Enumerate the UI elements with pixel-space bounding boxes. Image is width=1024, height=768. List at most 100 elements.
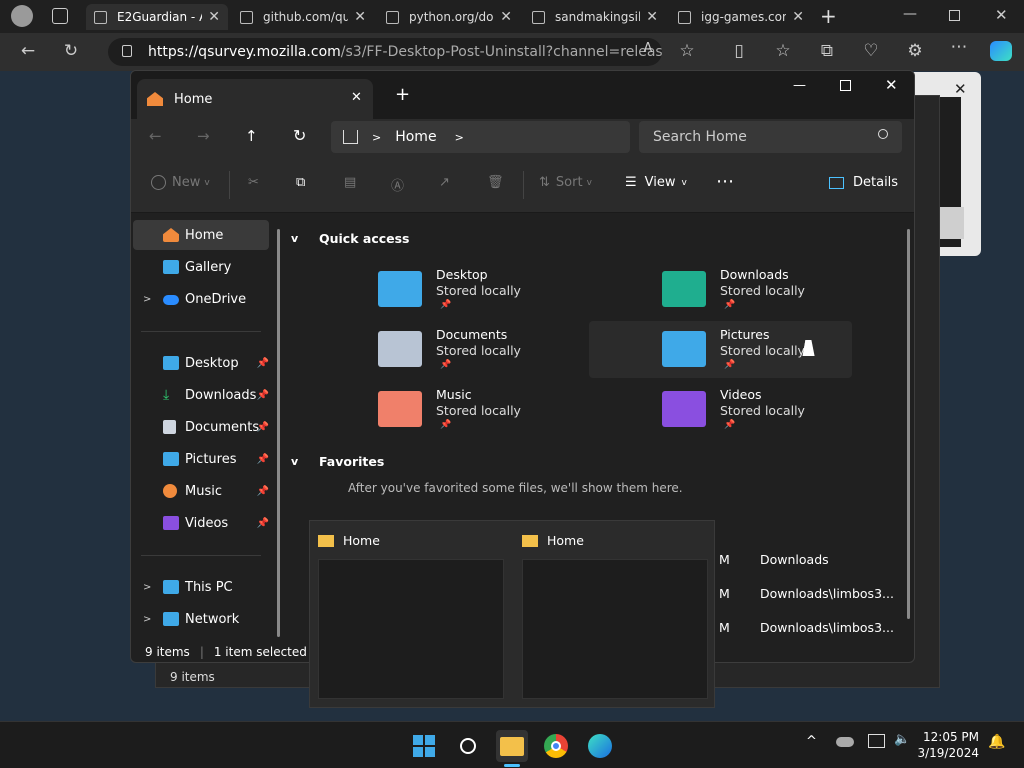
share-button[interactable]: ↗ (439, 175, 450, 190)
minimize-icon[interactable]: — (793, 78, 806, 93)
sidebar-item-gallery[interactable]: Gallery (133, 252, 269, 282)
quick-access-downloads[interactable]: Downloads Stored locally 📌 (652, 261, 914, 318)
read-aloud-icon[interactable]: A (637, 41, 659, 56)
extensions-icon[interactable]: ⚙ (904, 41, 926, 61)
notification-bell-icon[interactable]: 🔔 (988, 734, 1005, 750)
sidebar-item-downloads[interactable]: ⤓ Downloads 📌 (133, 380, 269, 410)
delete-button[interactable]: 🗑 (487, 175, 504, 190)
sidebar-item-videos[interactable]: Videos 📌 (133, 508, 269, 538)
sidebar-item-documents[interactable]: Documents 📌 (133, 412, 269, 442)
network-icon[interactable] (868, 734, 885, 748)
sidebar-item-onedrive[interactable]: > OneDrive (133, 284, 269, 314)
chevron-right-icon[interactable]: > (143, 294, 151, 305)
taskbar: ^ 🔈 12:05 PM 3/19/2024 🔔 (0, 721, 1024, 768)
browser-tab-sandmaking[interactable]: sandmakingsil ✕ (524, 4, 666, 30)
sidebar-item-home[interactable]: Home (133, 220, 269, 250)
back-icon[interactable]: ← (149, 127, 162, 145)
url-field[interactable]: https://qsurvey.mozilla.com/s3/FF-Deskto… (108, 38, 662, 66)
close-tab-icon[interactable]: ✕ (351, 90, 362, 105)
maximize-icon[interactable] (840, 80, 851, 91)
collections-icon[interactable]: ⧉ (816, 41, 838, 61)
tab-actions-icon[interactable] (52, 8, 68, 24)
search-input[interactable]: Search Home (639, 121, 902, 153)
section-header-favorites[interactable]: v Favorites (291, 454, 384, 469)
close-tab-icon[interactable]: ✕ (208, 9, 220, 25)
refresh-icon[interactable]: ↻ (60, 41, 82, 61)
close-tab-icon[interactable]: ✕ (792, 9, 804, 25)
details-button[interactable]: Details (829, 175, 898, 190)
chevron-right-icon[interactable]: > (143, 614, 151, 625)
close-tab-icon[interactable]: ✕ (354, 9, 366, 25)
onedrive-status-icon[interactable] (836, 737, 854, 747)
minimize-icon[interactable]: — (903, 6, 917, 22)
chevron-up-icon[interactable]: ^ (806, 734, 817, 749)
file-explorer-taskbar-button[interactable] (496, 730, 528, 762)
favorites-icon[interactable]: ☆ (772, 41, 794, 61)
chrome-button[interactable] (540, 730, 572, 762)
sidebar-scrollbar[interactable] (277, 229, 280, 637)
pin-icon[interactable]: 📌 (257, 390, 269, 401)
pin-icon[interactable]: 📌 (257, 422, 269, 433)
browser-tab-e2guardian[interactable]: E2Guardian - A ✕ (86, 4, 228, 30)
chevron-down-icon[interactable]: v (291, 455, 298, 468)
thumbnail-window-2[interactable]: Home (514, 521, 714, 707)
close-window-icon[interactable]: ✕ (885, 76, 898, 94)
search-button[interactable] (452, 730, 484, 762)
new-button[interactable]: New v (151, 175, 210, 190)
breadcrumb-home[interactable]: Home (395, 129, 436, 145)
pin-icon[interactable]: 📌 (257, 454, 269, 465)
close-tab-icon[interactable]: ✕ (646, 9, 658, 25)
quick-access-videos[interactable]: Videos Stored locally 📌 (652, 381, 914, 438)
browser-tab-github[interactable]: github.com/qu ✕ (232, 4, 374, 30)
new-tab-icon[interactable]: + (820, 4, 837, 28)
restore-icon[interactable] (949, 10, 960, 21)
pin-icon[interactable]: 📌 (257, 486, 269, 497)
more-options-icon[interactable]: ⋯ (716, 171, 734, 192)
page-icon (386, 10, 399, 24)
breadcrumb[interactable]: > Home > (331, 121, 630, 153)
close-tab-icon[interactable]: ✕ (500, 9, 512, 25)
volume-icon[interactable]: 🔈 (894, 732, 910, 747)
sidebar-item-thispc[interactable]: > This PC (133, 572, 269, 602)
view-button[interactable]: ☰ View v (625, 175, 687, 190)
profile-avatar[interactable] (11, 5, 33, 27)
close-icon[interactable]: ✕ (954, 80, 967, 98)
edge-button[interactable] (584, 730, 616, 762)
folder-name: Videos (720, 387, 762, 402)
split-screen-icon[interactable]: ▯ (728, 41, 750, 61)
chevron-right-icon[interactable]: > (455, 131, 464, 144)
new-tab-icon[interactable]: + (395, 84, 410, 105)
quick-access-desktop[interactable]: Desktop Stored locally 📌 (368, 261, 631, 318)
sidebar-item-network[interactable]: > Network (133, 604, 269, 634)
pin-icon[interactable]: 📌 (257, 518, 269, 529)
thumbnail-window-1[interactable]: Home (310, 521, 510, 707)
rename-button[interactable]: Ⓐ (391, 175, 404, 194)
content-scrollbar[interactable] (907, 229, 910, 619)
pin-icon[interactable]: 📌 (257, 358, 269, 369)
health-icon[interactable]: ♡ (860, 41, 882, 61)
sidebar-item-pictures[interactable]: Pictures 📌 (133, 444, 269, 474)
refresh-icon[interactable]: ↻ (293, 126, 306, 145)
explorer-tab-home[interactable]: Home ✕ (137, 79, 373, 119)
favorite-star-icon[interactable]: ☆ (676, 41, 698, 61)
sort-button[interactable]: ⇅ Sort v (539, 175, 592, 190)
up-icon[interactable]: ↑ (245, 127, 258, 145)
quick-access-music[interactable]: Music Stored locally 📌 (368, 381, 631, 438)
system-clock[interactable]: 12:05 PM 3/19/2024 (917, 729, 979, 761)
sidebar-item-desktop[interactable]: Desktop 📌 (133, 348, 269, 378)
start-button[interactable] (408, 730, 440, 762)
section-header-quick-access[interactable]: v Quick access (291, 231, 410, 246)
back-icon[interactable]: ← (17, 41, 39, 61)
browser-tab-python[interactable]: python.org/do ✕ (378, 4, 520, 30)
sidebar-item-music[interactable]: Music 📌 (133, 476, 269, 506)
more-options-icon[interactable]: ⋯ (948, 37, 970, 57)
copy-button[interactable]: ⧉ (296, 175, 305, 190)
chevron-right-icon[interactable]: > (143, 582, 151, 593)
forward-icon[interactable]: → (197, 127, 210, 145)
paste-button[interactable]: ▤ (344, 175, 356, 190)
chevron-down-icon[interactable]: v (291, 232, 298, 245)
copilot-icon[interactable] (990, 41, 1012, 61)
close-window-icon[interactable]: ✕ (995, 6, 1008, 24)
cut-button[interactable]: ✂ (248, 175, 259, 190)
browser-tab-igg[interactable]: igg-games.con ✕ (670, 4, 812, 30)
